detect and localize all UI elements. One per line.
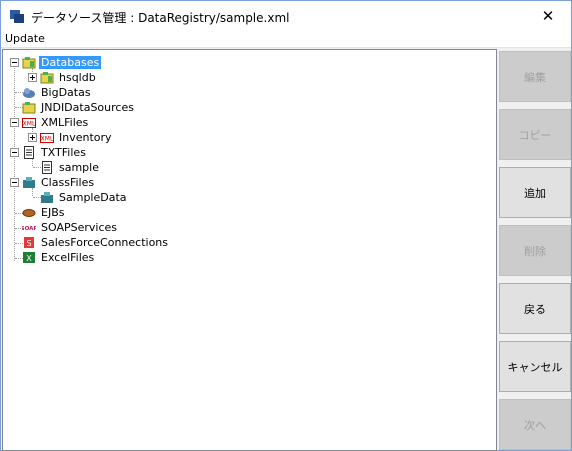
- tree-item-excel[interactable]: X ExcelFiles: [22, 250, 96, 265]
- soap-icon: SOAP: [22, 226, 36, 232]
- class-file-icon: [41, 192, 53, 203]
- svg-text:SOAP: SOAP: [22, 226, 36, 232]
- tree-item-label: SampleData: [59, 191, 127, 204]
- cloud-icon: [23, 88, 35, 98]
- back-button[interactable]: 戻る: [499, 283, 571, 334]
- tree-item-txtfiles[interactable]: TXTFiles: [22, 145, 88, 160]
- edit-button[interactable]: 編集: [499, 51, 571, 102]
- tree-connector: [14, 68, 15, 261]
- tree-item-label: BigDatas: [41, 86, 91, 99]
- data-source-manager-window: データソース管理 : DataRegistry/sample.xml ✕ Upd…: [0, 0, 572, 451]
- delete-button[interactable]: 削除: [499, 225, 571, 276]
- tree-item-salesforce[interactable]: S SalesForceConnections: [22, 235, 170, 250]
- svg-text:S: S: [26, 239, 31, 248]
- menu-bar: Update: [1, 31, 571, 48]
- tree-item-bigdatas[interactable]: BigDatas: [22, 85, 93, 100]
- tree-item-sampledata[interactable]: SampleData: [40, 190, 129, 205]
- add-button[interactable]: 追加: [499, 167, 571, 218]
- app-icon: [10, 10, 24, 23]
- close-icon: ✕: [541, 7, 555, 25]
- expand-inventory-icon[interactable]: [28, 133, 37, 142]
- tree-item-databases[interactable]: Databases: [22, 55, 102, 70]
- collapse-databases-icon[interactable]: [10, 58, 19, 67]
- class-file-icon: [23, 177, 35, 188]
- tree-item-label: SalesForceConnections: [41, 236, 169, 249]
- svg-text:XML: XML: [41, 136, 54, 143]
- database-icon: [40, 72, 54, 84]
- tree-item-label: SOAPServices: [41, 221, 117, 234]
- tree-item-label: TXTFiles: [41, 146, 86, 159]
- collapse-xmlfiles-icon[interactable]: [10, 118, 19, 127]
- cancel-button[interactable]: キャンセル: [499, 341, 571, 392]
- excel-icon: X: [23, 252, 35, 263]
- tree-item-xmlfiles[interactable]: XML XMLFiles: [22, 115, 90, 130]
- collapse-classfiles-icon[interactable]: [10, 178, 19, 187]
- tree-item-label: JNDIDataSources: [41, 101, 134, 114]
- tree-item-label: Inventory: [59, 131, 112, 144]
- xml-file-icon: XML: [40, 133, 54, 143]
- tree-item-label: sample: [59, 161, 99, 174]
- salesforce-icon: S: [24, 237, 34, 248]
- tree-item-label: ExcelFiles: [41, 251, 95, 264]
- tree-item-inventory[interactable]: XML Inventory: [40, 130, 114, 145]
- collapse-txtfiles-icon[interactable]: [10, 148, 19, 157]
- menu-update[interactable]: Update: [5, 32, 45, 45]
- next-button[interactable]: 次へ: [499, 399, 571, 450]
- tree-item-ejbs[interactable]: EJBs: [22, 205, 66, 220]
- tree-item-label: ClassFiles: [41, 176, 95, 189]
- xml-file-icon: XML: [22, 118, 36, 128]
- tree-item-hsqldb[interactable]: hsqldb: [40, 70, 98, 85]
- tree-item-label: EJBs: [41, 206, 65, 219]
- title-bar: データソース管理 : DataRegistry/sample.xml ✕: [1, 1, 571, 31]
- window-title: データソース管理 : DataRegistry/sample.xml: [31, 11, 290, 25]
- tree-item-soap[interactable]: SOAP SOAPServices: [22, 220, 119, 235]
- tree-item-label: Databases: [39, 56, 102, 69]
- datasource-tree[interactable]: Databases hsqldb BigDatas JNDIDataSource…: [2, 49, 497, 451]
- expand-hsqldb-icon[interactable]: [28, 73, 37, 82]
- tree-item-label: hsqldb: [59, 71, 96, 84]
- tree-item-jndi[interactable]: JNDIDataSources: [22, 100, 136, 115]
- copy-button[interactable]: コピー: [499, 109, 571, 160]
- tree-item-classfiles[interactable]: ClassFiles: [22, 175, 96, 190]
- tree-item-label: XMLFiles: [41, 116, 89, 129]
- text-file-icon: [24, 146, 34, 159]
- jndi-datasource-icon: [22, 102, 36, 114]
- database-folder-icon: [22, 57, 36, 69]
- svg-text:XML: XML: [23, 121, 36, 128]
- tree-item-sample[interactable]: sample: [40, 160, 101, 175]
- text-file-icon: [42, 161, 52, 174]
- bean-icon: [22, 209, 36, 217]
- svg-text:X: X: [26, 254, 32, 263]
- close-button[interactable]: ✕: [525, 1, 571, 31]
